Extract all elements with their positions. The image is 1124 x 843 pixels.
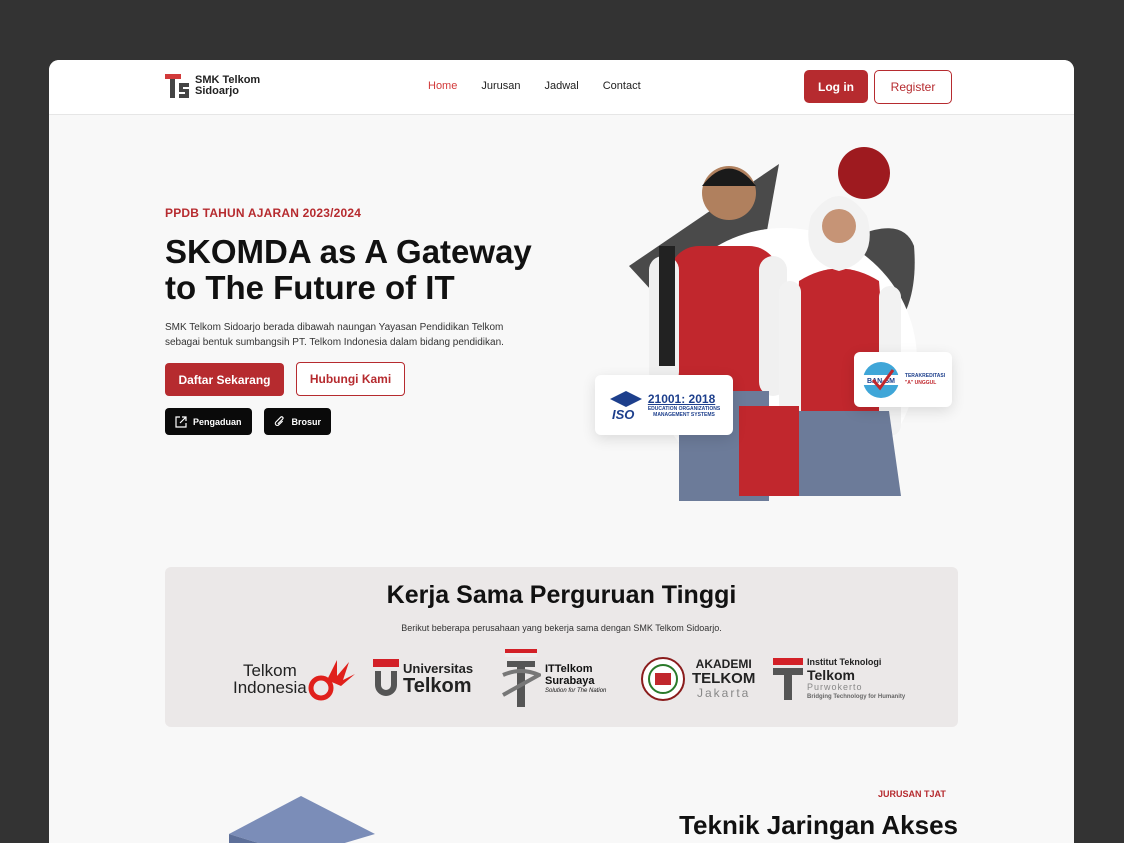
hero-description: SMK Telkom Sidoarjo berada dibawah naung… (165, 322, 504, 348)
telkom-indonesia-flame-icon (308, 660, 355, 701)
partners-section: Kerja Sama Perguruan Tinggi Berikut bebe… (165, 567, 958, 727)
paperclip-icon (274, 415, 284, 426)
navbar: SMK Telkom Sidoarjo Home Jurusan Jadwal … (49, 60, 1074, 115)
brosur-label: Brosur (291, 416, 321, 427)
menu-jadwal[interactable]: Jadwal (544, 80, 578, 92)
ban-sm-logo-icon: BAN-SM (862, 361, 899, 398)
jurusan-illustration (229, 796, 375, 843)
jurusan-eyebrow: JURUSAN TJAT (878, 789, 946, 799)
partners-title: Kerja Sama Perguruan Tinggi (386, 581, 737, 609)
partner-telkom-indonesia[interactable]: Telkom Indonesia (233, 647, 357, 711)
pengaduan-button[interactable]: Pengaduan (165, 408, 252, 435)
partner-ittelkom-surabaya[interactable]: ITTelkom Surabaya Solution for The Natio… (501, 647, 606, 711)
hero-title-line1: SKOMDA as A Gateway (165, 233, 532, 270)
univ-telkom-line2: Telkom (403, 675, 472, 697)
partners-subtitle: Berikut beberapa perusahaan yang bekerja… (401, 623, 722, 633)
iso-sub2: MANAGEMENT SYSTEMS (653, 412, 715, 418)
ittelkom-pwt-tagline: Bridging Technology for Humanity (807, 693, 906, 700)
jurusan-title: Teknik Jaringan Akses (679, 810, 958, 840)
partner-universitas-telkom[interactable]: Universitas Telkom (373, 647, 473, 711)
svg-text:ISO: ISO (612, 407, 634, 421)
menu-home[interactable]: Home (428, 80, 457, 92)
akademi-telkom-seal-icon (641, 657, 685, 701)
akademi-telkom-line3: Jakarta (696, 686, 751, 700)
ittelkom-sby-icon (502, 649, 541, 707)
iso-21001-badge: ISO 21001: 2018 EDUCATION ORGANIZATIONS … (595, 375, 733, 435)
graduation-cap-icon: ISO (609, 391, 642, 421)
ban-line2: "A" UNGGUL (904, 379, 937, 386)
daftar-sekarang-button[interactable]: Daftar Sekarang (165, 363, 284, 396)
partner-ittelkom-purwokerto[interactable]: Institut Teknologi Telkom Purwokerto Bri… (773, 647, 905, 711)
menu-contact[interactable]: Contact (603, 80, 641, 92)
hero-students-illustration (629, 147, 917, 501)
telkom-indonesia-line1: Telkom (242, 661, 297, 680)
hubungi-kami-button[interactable]: Hubungi Kami (296, 362, 405, 396)
hero-eyebrow: PPDB TAHUN AJARAN 2023/2024 (165, 206, 362, 220)
logo-line2: Sidoarjo (195, 85, 240, 97)
univ-telkom-line1: Universitas (403, 661, 474, 676)
ban-sm-badge: BAN-SM TERAKREDITASI "A" UNGGUL (854, 352, 952, 407)
register-button[interactable]: Register (874, 70, 952, 104)
telkom-indonesia-line2: Indonesia (233, 678, 307, 697)
hero-title-line2: to The Future of IT (165, 269, 455, 306)
ittelkom-pwt-line2: Telkom (807, 666, 855, 683)
ittelkom-sby-line2: Surabaya (545, 674, 595, 687)
pengaduan-label: Pengaduan (193, 416, 242, 427)
ittelkom-sby-line1: ITTelkom (545, 662, 593, 675)
partner-akademi-telkom[interactable]: AKADEMI TELKOM Jakarta (640, 647, 755, 711)
ittelkom-pwt-line3: Purwokerto (807, 681, 863, 692)
external-link-icon (175, 415, 187, 428)
ban-line1: TERAKREDITASI (904, 372, 946, 379)
ittelkom-pwt-line1: Institut Teknologi (807, 656, 882, 667)
hero-title: SKOMDA as A Gateway to The Future of IT (165, 234, 585, 306)
menu-jurusan[interactable]: Jurusan (481, 80, 520, 92)
univ-telkom-icon (373, 659, 399, 696)
akademi-telkom-line2: TELKOM (692, 670, 756, 687)
site-logo[interactable]: SMK Telkom Sidoarjo (165, 74, 260, 98)
ittelkom-sby-tagline: Solution for The Nation (545, 687, 607, 694)
telkom-logo-icon (165, 74, 189, 98)
login-button[interactable]: Log in (804, 70, 868, 103)
browser-frame: SMK Telkom Sidoarjo Home Jurusan Jadwal … (49, 60, 1074, 843)
ittelkom-pwt-icon (773, 658, 803, 700)
main-menu: Home Jurusan Jadwal Contact (428, 80, 641, 92)
brosur-button[interactable]: Brosur (264, 408, 331, 435)
iso-number: 21001: 2018 (647, 392, 716, 406)
